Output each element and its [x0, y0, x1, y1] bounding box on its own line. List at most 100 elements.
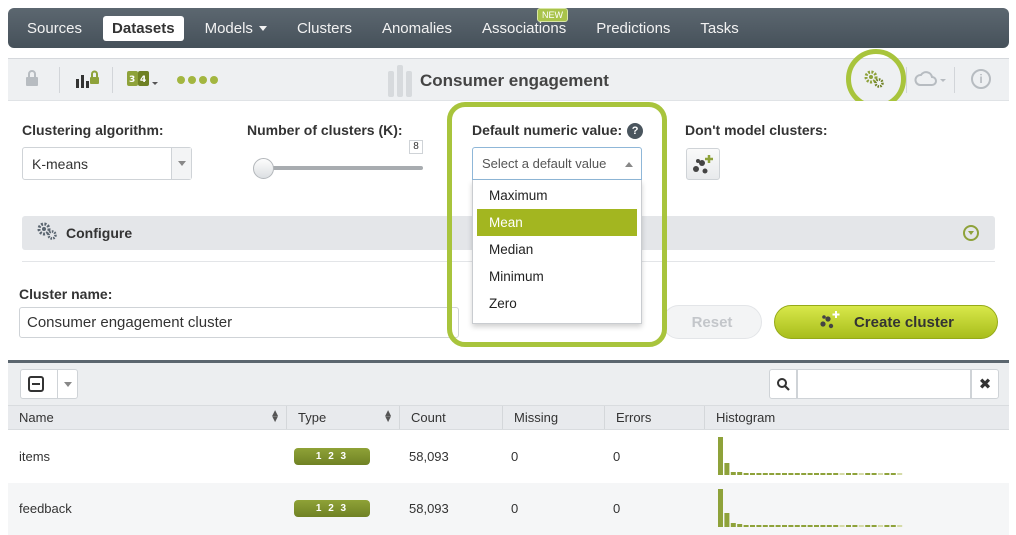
histogram-bar — [788, 525, 794, 527]
bar-chart-lock-icon[interactable] — [74, 69, 100, 89]
table-row[interactable]: items 1 2 3 58,093 0 0 — [8, 431, 1009, 483]
nav-tasks[interactable]: Tasks — [691, 16, 747, 41]
caret-down-icon — [258, 26, 267, 32]
histogram-bar — [750, 525, 755, 527]
chevron-up-icon — [625, 162, 633, 167]
numeric-dropdown-icon[interactable]: 34 — [126, 69, 160, 89]
histogram-bar — [775, 473, 781, 475]
histogram[interactable] — [718, 487, 918, 527]
top-nav: Sources Datasets Models Clusters Anomali… — [8, 7, 1009, 48]
table-row[interactable]: feedback 1 2 3 58,093 0 0 — [8, 483, 1009, 535]
histogram-bar — [839, 473, 845, 475]
histogram-bar — [724, 513, 730, 527]
column-toggle-button[interactable] — [20, 369, 78, 399]
toolbar-divider — [59, 67, 60, 93]
cloud-icon[interactable] — [914, 69, 948, 94]
histogram[interactable] — [718, 435, 918, 475]
toolbar-divider — [906, 67, 907, 93]
svg-text:3: 3 — [129, 75, 135, 85]
histogram-bar — [762, 473, 768, 475]
create-cluster-button[interactable]: Create cluster — [774, 305, 998, 339]
histogram-bar — [750, 473, 755, 475]
option-mean[interactable]: Mean — [477, 209, 637, 236]
column-header-type[interactable]: Type ▲ ▼ — [287, 406, 400, 429]
dont-model-toggle[interactable] — [686, 148, 720, 180]
nav-label: Associations — [482, 19, 567, 37]
histogram-bar — [807, 473, 813, 475]
k-slider-handle[interactable] — [253, 158, 274, 179]
close-icon[interactable]: ✖ — [971, 369, 999, 399]
histogram-bar — [833, 525, 839, 527]
histogram-bar — [756, 473, 762, 475]
sort-icon[interactable]: ▲ ▼ — [383, 409, 393, 425]
histogram-bar — [794, 473, 800, 475]
column-header-errors: Errors — [605, 406, 705, 429]
nav-sources[interactable]: Sources — [18, 16, 91, 41]
gear-icon[interactable] — [863, 69, 885, 95]
option-maximum[interactable]: Maximum — [477, 182, 637, 209]
histogram-bar — [852, 525, 858, 527]
field-name[interactable]: items — [19, 431, 50, 483]
dont-model-label: Don't model clusters: — [685, 122, 828, 138]
create-cluster-label: Create cluster — [853, 313, 955, 331]
table-toolbar: ✖ — [8, 363, 1009, 405]
nav-predictions[interactable]: Predictions — [587, 16, 679, 41]
histogram-bar — [833, 473, 839, 475]
expand-icon[interactable] — [963, 225, 979, 241]
histogram-bar — [884, 525, 890, 527]
histogram-bar — [737, 472, 743, 475]
cluster-name-input[interactable]: Consumer engagement cluster — [19, 307, 459, 338]
histogram-bar — [826, 525, 832, 527]
field-name[interactable]: feedback — [19, 483, 72, 535]
chevron-down-icon — [171, 148, 191, 179]
histogram-bar — [794, 525, 800, 527]
search-input[interactable] — [797, 369, 971, 399]
reset-button[interactable]: Reset — [662, 305, 762, 339]
histogram-bar — [878, 525, 883, 527]
option-median[interactable]: Median — [477, 236, 637, 263]
new-badge: NEW — [537, 7, 568, 22]
field-errors: 0 — [613, 449, 621, 464]
k-slider-track[interactable] — [258, 166, 423, 170]
algorithm-select[interactable]: K-means — [22, 147, 192, 180]
nav-label: Anomalies — [381, 19, 452, 37]
histogram-bar — [820, 525, 826, 527]
cluster-add-icon — [693, 155, 713, 174]
default-value-select[interactable]: Select a default value — [472, 147, 642, 180]
default-value-options: Maximum Mean Median Minimum Zero — [472, 180, 642, 324]
histogram-bar — [884, 473, 890, 475]
lock-icon[interactable] — [24, 69, 40, 87]
histogram-bar — [846, 525, 851, 527]
type-badge: 1 2 3 — [294, 500, 370, 517]
info-icon[interactable]: i — [971, 69, 991, 89]
column-header-label: Type — [298, 410, 327, 425]
histogram-bar — [782, 525, 787, 527]
cluster-add-icon — [818, 310, 842, 335]
nav-clusters[interactable]: Clusters — [288, 16, 361, 41]
algorithm-label: Clustering algorithm: — [22, 122, 164, 138]
search-icon[interactable] — [769, 369, 797, 399]
sort-icon[interactable]: ▲ ▼ — [270, 409, 280, 425]
option-zero[interactable]: Zero — [477, 290, 637, 317]
histogram-bar — [826, 473, 832, 475]
k-value: 8 — [409, 140, 423, 154]
table-header: Name ▲ ▼ Type ▲ ▼ Count Missing Errors Histo… — [8, 405, 1009, 430]
dots-icon[interactable] — [177, 76, 218, 84]
column-header-label: Missing — [514, 410, 559, 425]
nav-label: Tasks — [700, 19, 739, 37]
histogram-bar — [890, 525, 896, 527]
nav-associations[interactable]: Associations NEW — [473, 7, 575, 41]
default-value-placeholder: Select a default value — [482, 156, 607, 171]
algorithm-value: K-means — [32, 155, 89, 172]
dataset-title: Consumer engagement — [420, 71, 609, 90]
column-header-label: Histogram — [716, 410, 776, 425]
column-header-name[interactable]: Name ▲ ▼ — [8, 406, 287, 429]
histogram-bar — [807, 525, 813, 527]
histogram-bar — [865, 473, 871, 475]
histogram-bar — [743, 473, 749, 475]
nav-models[interactable]: Models — [196, 16, 276, 41]
nav-anomalies[interactable]: Anomalies — [373, 16, 461, 41]
option-minimum[interactable]: Minimum — [477, 263, 637, 290]
nav-datasets[interactable]: Datasets — [103, 15, 184, 41]
k-label: Number of clusters (K): — [247, 122, 403, 138]
